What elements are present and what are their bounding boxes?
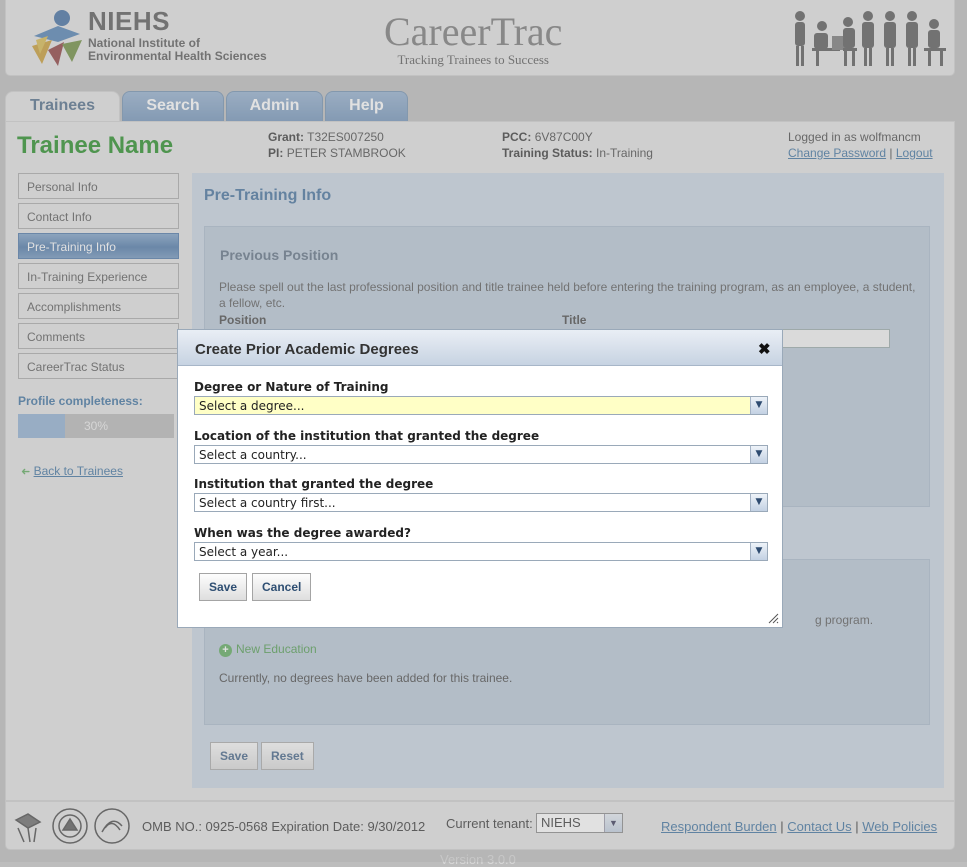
year-select[interactable]: Select a year... ▼	[194, 542, 768, 561]
chevron-down-icon: ▼	[750, 446, 767, 463]
dialog-title: Create Prior Academic Degrees	[195, 341, 419, 358]
degree-label: Degree or Nature of Training	[194, 380, 389, 394]
chevron-down-icon: ▼	[750, 543, 767, 560]
dialog-save-button[interactable]: Save	[199, 573, 248, 601]
close-icon[interactable]: ✖	[758, 340, 771, 358]
country-select-value: Select a country...	[199, 448, 307, 462]
institution-label: Institution that granted the degree	[194, 477, 434, 491]
year-select-value: Select a year...	[199, 545, 289, 559]
chevron-down-icon: ▼	[750, 397, 767, 414]
institution-select-value: Select a country first...	[199, 496, 336, 510]
year-label: When was the degree awarded?	[194, 526, 411, 540]
country-select[interactable]: Select a country... ▼	[194, 445, 768, 464]
degree-select[interactable]: Select a degree... ▼	[194, 396, 768, 415]
institution-select[interactable]: Select a country first... ▼	[194, 493, 768, 512]
dialog-titlebar[interactable]: Create Prior Academic Degrees ✖	[178, 330, 782, 366]
degree-select-value: Select a degree...	[199, 399, 305, 413]
create-degree-dialog: Create Prior Academic Degrees ✖ Degree o…	[177, 329, 783, 628]
resize-grip-icon[interactable]	[768, 613, 779, 624]
location-label: Location of the institution that granted…	[194, 429, 540, 443]
dialog-cancel-button[interactable]: Cancel	[252, 573, 312, 601]
chevron-down-icon: ▼	[750, 494, 767, 511]
